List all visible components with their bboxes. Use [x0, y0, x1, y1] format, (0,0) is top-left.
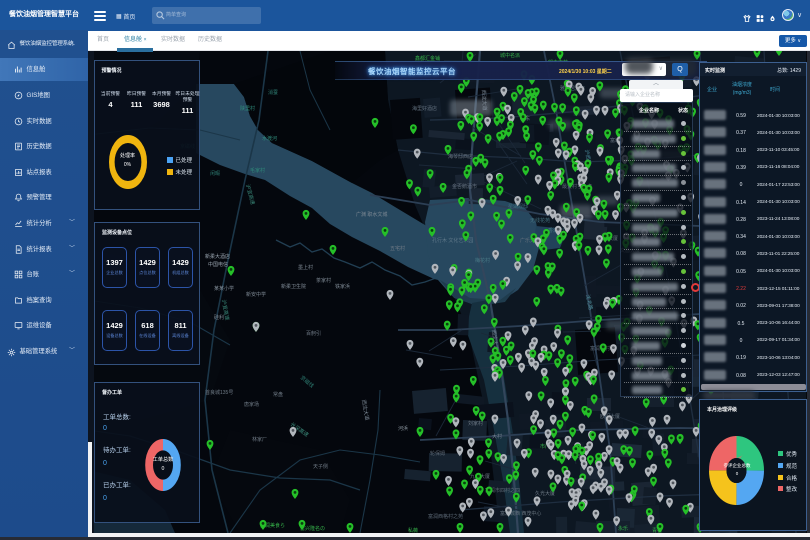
svg-text:唐家场: 唐家场: [244, 401, 259, 408]
svg-text:毛家村: 毛家村: [250, 167, 265, 174]
svg-text:河浜: 河浜: [398, 425, 408, 432]
svg-text:海琴邸西店: 海琴邸西店: [448, 153, 473, 160]
svg-text:新柔大酒店: 新柔大酒店: [205, 253, 230, 260]
svg-text:新安中学: 新安中学: [246, 291, 266, 298]
svg-text:常盘: 常盘: [273, 391, 283, 398]
svg-text:刘家村: 刘家村: [468, 420, 483, 427]
svg-text:硅利: 硅利: [214, 314, 224, 321]
svg-text:五宅村: 五宅村: [390, 245, 405, 252]
svg-text:新柔卫生院: 新柔卫生院: [281, 283, 306, 290]
svg-text:梅花村: 梅花村: [475, 257, 490, 264]
svg-text:无线花苑: 无线花苑: [530, 217, 550, 224]
svg-text:百舸引: 百舸引: [306, 330, 321, 337]
svg-text:某某小学: 某某小学: [214, 285, 234, 292]
svg-text:陕里村: 陕里村: [240, 105, 255, 112]
svg-text:林家厂: 林家厂: [252, 436, 267, 443]
svg-text:茶家村: 茶家村: [316, 277, 331, 284]
svg-text:消蚕: 消蚕: [268, 89, 278, 96]
svg-text:永乐: 永乐: [618, 525, 628, 532]
svg-text:墨上村: 墨上村: [298, 264, 313, 271]
svg-text:海里好酒店: 海里好酒店: [412, 105, 437, 112]
svg-text:铁家浜: 铁家浜: [335, 283, 350, 290]
svg-text:轮保姆: 轮保姆: [430, 450, 445, 457]
svg-text:中国电信: 中国电信: [208, 261, 228, 268]
svg-text:大村: 大村: [492, 433, 502, 440]
svg-text:闲暇: 闲暇: [210, 170, 220, 177]
svg-text:广渊 职水文城: 广渊 职水文城: [356, 211, 387, 218]
svg-text:富润西格村之苑: 富润西格村之苑: [428, 513, 463, 520]
svg-text:金否鹅酒市: 金否鹅酒市: [452, 183, 477, 190]
svg-text:天子侧: 天子侧: [313, 463, 328, 470]
svg-text:水渡河: 水渡河: [262, 135, 277, 142]
svg-text:城中名派: 城中名派: [500, 52, 520, 59]
svg-text:首良城135号: 首良城135号: [205, 389, 233, 396]
